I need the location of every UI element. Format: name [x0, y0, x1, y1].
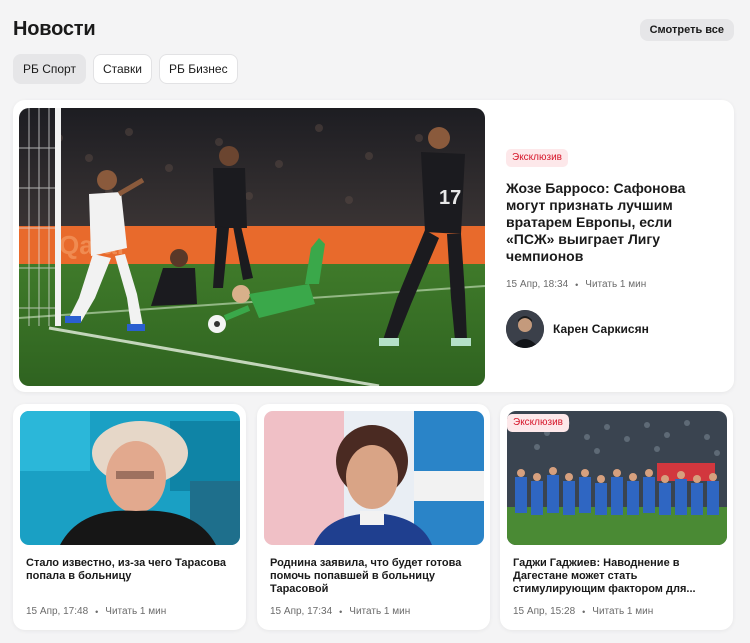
read-time: Читать 1 мин: [349, 606, 411, 617]
news-card-meta: 15 Апр, 17:34 • Читать 1 мин: [270, 606, 410, 617]
exclusive-badge: Эксклюзив: [507, 414, 569, 432]
tarasova-photo: [20, 411, 240, 545]
news-card[interactable]: Стало известно, из-за чего Тарасова попа…: [13, 404, 246, 630]
featured-article-title[interactable]: Жозе Барросо: Сафонова могут признать лу…: [506, 180, 716, 265]
news-card-image[interactable]: [20, 411, 240, 545]
tab-rb-business[interactable]: РБ Бизнес: [159, 54, 238, 84]
news-card-title[interactable]: Гаджи Гаджиев: Наводнение в Дагестане мо…: [513, 557, 725, 596]
football-match-photo: Qatar: [19, 108, 485, 386]
news-card-title[interactable]: Роднина заявила, что будет готова помочь…: [270, 557, 482, 596]
tab-rb-sport[interactable]: РБ Спорт: [13, 54, 86, 84]
news-card-meta: 15 Апр, 15:28 • Читать 1 мин: [513, 606, 653, 617]
featured-article-meta: 15 Апр, 18:34 • Читать 1 мин: [506, 279, 716, 290]
meta-separator-dot: •: [339, 606, 343, 617]
news-card-title[interactable]: Стало известно, из-за чего Тарасова попа…: [26, 557, 238, 583]
meta-separator-dot: •: [582, 606, 586, 617]
article-date: 15 Апр, 18:34: [506, 279, 569, 290]
tab-bets[interactable]: Ставки: [92, 54, 152, 84]
news-card-image[interactable]: [264, 411, 484, 545]
featured-article-image[interactable]: Qatar: [19, 108, 485, 386]
meta-separator-dot: •: [95, 606, 99, 617]
view-all-button[interactable]: Смотреть все: [639, 19, 734, 41]
news-card[interactable]: Эксклюзив Гаджи Гаджиев: Наводнение в Да…: [500, 404, 733, 630]
author-name: Карен Саркисян: [553, 322, 649, 336]
article-date: 15 Апр, 17:34: [270, 606, 333, 617]
read-time: Читать 1 мин: [592, 606, 654, 617]
rodnina-photo: [264, 411, 484, 545]
article-date: 15 Апр, 17:48: [26, 606, 89, 617]
news-card[interactable]: Роднина заявила, что будет готова помочь…: [257, 404, 490, 630]
exclusive-badge: Эксклюзив: [506, 149, 568, 167]
category-tabs: РБ Спорт Ставки РБ Бизнес: [13, 54, 238, 84]
read-time: Читать 1 мин: [585, 279, 647, 290]
article-date: 15 Апр, 15:28: [513, 606, 576, 617]
meta-separator-dot: •: [575, 279, 579, 290]
read-time: Читать 1 мин: [105, 606, 167, 617]
page-title: Новости: [13, 18, 96, 40]
featured-article-card[interactable]: Qatar: [13, 100, 734, 392]
author-avatar: [506, 310, 544, 348]
svg-text:17: 17: [439, 187, 461, 209]
featured-article-body: Эксклюзив Жозе Барросо: Сафонова могут п…: [506, 147, 716, 290]
news-header: Новости Смотреть все: [13, 18, 734, 44]
article-author[interactable]: Карен Саркисян: [506, 310, 649, 348]
author-portrait-icon: [506, 310, 544, 348]
news-card-meta: 15 Апр, 17:48 • Читать 1 мин: [26, 606, 166, 617]
